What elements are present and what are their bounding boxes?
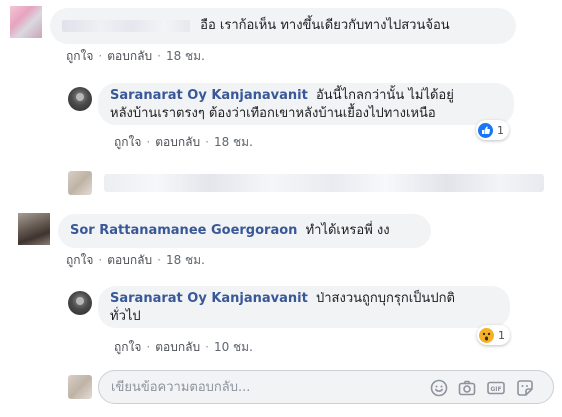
blurred-author-name[interactable] (62, 19, 190, 32)
reply-input[interactable]: เขียนข้อความตอบกลับ... GIF (98, 370, 554, 404)
avatar[interactable] (10, 6, 42, 38)
blurred-content (104, 174, 544, 192)
like-link[interactable]: ถูกใจ (114, 135, 141, 149)
comment-bubble: อือ เราก้อเห็น ทางขึ้นเดียวกับทางไปสวนจ้… (50, 8, 516, 44)
like-link[interactable]: ถูกใจ (66, 49, 93, 63)
comment-text-line: ทั่วไป (110, 309, 141, 324)
comment-actions: ถูกใจ · ตอบกลับ · 10 ชม. (114, 340, 253, 354)
comment-bubble: Saranarat Oy Kanjanavanit ป่าสงวนถูกบุกร… (98, 286, 510, 328)
gif-icon[interactable]: GIF (486, 378, 506, 398)
like-reaction-icon (478, 122, 493, 138)
comment-text-line: หลังบ้านเราตรงๆ ต้องว่าเทือกเขาหลังบ้านเ… (110, 106, 436, 121)
comment-text: อือ เราก้อเห็น ทางขึ้นเดียวกับทางไปสวนจ้… (200, 18, 450, 33)
timestamp[interactable]: 18 ชม. (214, 135, 253, 149)
svg-text:GIF: GIF (490, 386, 501, 393)
emoji-icon[interactable] (429, 378, 449, 398)
like-link[interactable]: ถูกใจ (114, 340, 141, 354)
avatar[interactable] (68, 87, 92, 111)
comment-bubble: Sor Rattanamanee Goergoraon ทำได้เหรอพี่… (58, 214, 431, 248)
comment-author-link[interactable]: Sor Rattanamanee Goergoraon (70, 223, 297, 238)
reply-link[interactable]: ตอบกลับ (155, 135, 200, 149)
wow-reaction-icon (479, 327, 494, 343)
comment-actions: ถูกใจ · ตอบกลับ · 18 ชม. (66, 49, 205, 63)
reaction-count: 1 (498, 328, 505, 342)
sticker-icon[interactable] (515, 378, 535, 398)
avatar (68, 171, 92, 195)
timestamp[interactable]: 18 ชม. (166, 253, 205, 267)
reply-link[interactable]: ตอบกลับ (107, 49, 152, 63)
comment-actions: ถูกใจ · ตอบกลับ · 18 ชม. (114, 135, 253, 149)
comment-actions: ถูกใจ · ตอบกลับ · 18 ชม. (66, 253, 205, 267)
like-link[interactable]: ถูกใจ (66, 253, 93, 267)
timestamp[interactable]: 10 ชม. (214, 340, 253, 354)
reply-link[interactable]: ตอบกลับ (155, 340, 200, 354)
reaction-badge[interactable]: 1 (477, 325, 510, 345)
comment-text-line: อันนี้ไกลกว่านั้น ไม่ได้อยู่ (316, 88, 454, 103)
reaction-count: 1 (497, 123, 504, 137)
timestamp[interactable]: 18 ชม. (166, 49, 205, 63)
comment-bubble: Saranarat Oy Kanjanavanit อันนี้ไกลกว่าน… (98, 83, 514, 125)
camera-icon[interactable] (457, 378, 477, 398)
comment-text: ทำได้เหรอพี่ งง (305, 223, 390, 238)
comment-author-link[interactable]: Saranarat Oy Kanjanavanit (110, 88, 308, 103)
reply-input-placeholder: เขียนข้อความตอบกลับ... (111, 380, 251, 395)
reply-link[interactable]: ตอบกลับ (107, 253, 152, 267)
comment-author-link[interactable]: Saranarat Oy Kanjanavanit (110, 291, 308, 306)
reaction-badge[interactable]: 1 (476, 120, 509, 140)
avatar[interactable] (68, 291, 92, 315)
avatar (68, 375, 92, 399)
comment-text-line: ป่าสงวนถูกบุกรุกเป็นปกติ (316, 291, 455, 306)
avatar[interactable] (18, 213, 50, 245)
